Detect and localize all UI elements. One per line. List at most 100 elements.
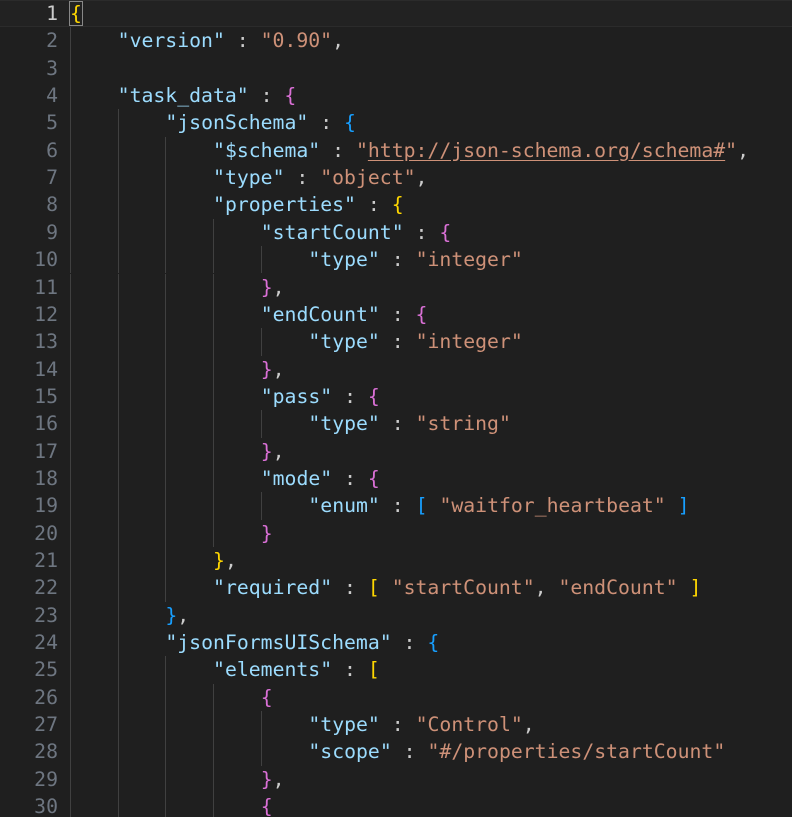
code-text: "jsonSchema" : { [165, 109, 356, 136]
code-line[interactable]: 4 "task_data" : { [0, 82, 792, 110]
code-line[interactable]: 15 "pass" : { [0, 382, 792, 411]
code-line[interactable]: 26 { [0, 683, 792, 712]
line-number: 3 [46, 56, 58, 80]
code-token: "Control" [415, 713, 523, 737]
indent-guide [165, 328, 167, 356]
code-line[interactable]: 12 "endCount" : { [0, 300, 792, 329]
line-number: 10 [34, 248, 58, 272]
code-line[interactable]: 24 "jsonFormsUISchema" : { [0, 629, 792, 657]
code-text: "type" : "integer" [308, 328, 522, 355]
indent-guide [213, 738, 215, 766]
code-line[interactable]: 27 "type" : "Control", [0, 711, 792, 739]
code-line[interactable]: 5 "jsonSchema" : { [0, 109, 792, 137]
line-number: 30 [34, 795, 58, 817]
code-text: }, [261, 766, 285, 793]
code-text: "type" : "Control", [308, 711, 534, 738]
code-line[interactable]: 21}, [0, 547, 792, 575]
line-number: 21 [34, 549, 58, 572]
indent-guide [70, 218, 71, 247]
code-line[interactable]: 17}, [0, 437, 792, 465]
code-line[interactable]: 13 "type" : "integer" [0, 328, 792, 356]
indent-guide [70, 328, 71, 356]
code-token: " [725, 138, 738, 162]
indent-guide [213, 410, 215, 438]
code-text: "task_data" : { [118, 82, 297, 109]
code-line[interactable]: 19 "enum" : [ "waitfor_heartbeat" ] [0, 492, 792, 520]
indent-guide [70, 27, 71, 55]
line-number: 17 [34, 439, 58, 463]
code-token: } [260, 521, 273, 545]
indent-guide [165, 492, 167, 520]
indent-guide [165, 355, 167, 383]
code-token: { [391, 193, 404, 217]
indent-guide [117, 109, 119, 137]
code-token: : [332, 576, 368, 600]
code-token: : [332, 466, 368, 490]
indent-guide [70, 109, 71, 137]
indent-guide [165, 164, 167, 192]
code-line[interactable]: 8 "properties" : { [0, 191, 792, 219]
code-token: , [534, 576, 559, 600]
code-line[interactable]: 11}, [0, 273, 792, 301]
code-token: } [260, 767, 273, 791]
code-line[interactable]: 1{ [0, 0, 792, 28]
code-token: : [391, 631, 428, 655]
code-line[interactable]: 6 "$schema" : "http://json-schema.org/sch… [0, 136, 792, 165]
indent-guide [165, 218, 167, 247]
code-line[interactable]: 23}, [0, 601, 792, 630]
indent-guide [117, 765, 119, 794]
code-line[interactable]: 14}, [0, 355, 792, 383]
indent-guide [165, 191, 167, 219]
code-line[interactable]: 20} [0, 519, 792, 547]
indent-guide [117, 328, 119, 356]
indent-guide [165, 656, 167, 684]
code-token: [ [367, 576, 380, 600]
code-token: "jsonFormsUISchema" [165, 631, 392, 655]
code-line[interactable]: 3 [0, 54, 792, 83]
indent-guide [70, 765, 71, 794]
code-line[interactable]: 18 "mode" : { [0, 464, 792, 493]
code-token: "type" [308, 412, 380, 436]
indent-guide [165, 683, 167, 712]
code-line[interactable]: 29}, [0, 765, 792, 794]
code-token: : [379, 412, 416, 436]
indent-guide [117, 738, 119, 766]
code-text: "$schema" : "http://json-schema.org/sche… [213, 137, 749, 164]
line-number: 6 [46, 138, 58, 162]
code-line[interactable]: 2 "version" : "0.90", [0, 27, 792, 55]
code-text: "type" : "string" [308, 410, 510, 437]
code-editor[interactable]: 1{2 "version" : "0.90", 3 4 "task_data" : {5… [0, 0, 792, 817]
code-line[interactable]: 9 "startCount" : { [0, 218, 792, 247]
line-number: 14 [34, 357, 58, 381]
code-token: } [260, 275, 273, 299]
code-text: "required" : [ "startCount", "endCount" … [213, 574, 701, 601]
code-token: "mode" [260, 466, 333, 490]
code-token: , [737, 138, 749, 162]
code-text: { [261, 793, 273, 817]
indent-guide [165, 246, 167, 274]
code-line[interactable]: 25 "elements" : [ [0, 656, 792, 684]
code-line[interactable]: 22 "required" : [ "startCount", "endCount… [0, 574, 792, 602]
code-token: : [284, 166, 321, 190]
indent-guide [70, 464, 71, 493]
line-number: 26 [34, 685, 58, 709]
code-line[interactable]: 10 "type" : "integer" [0, 246, 792, 274]
line-number: 5 [46, 111, 58, 135]
code-line[interactable]: 28 "scope" : "#/properties/startCount" [0, 738, 792, 766]
code-token: : [379, 494, 416, 518]
code-token: "version" [117, 29, 225, 53]
code-line[interactable]: 16 "type" : "string" [0, 410, 792, 438]
code-token: { [260, 795, 273, 817]
indent-guide [260, 492, 262, 520]
indent-guide [165, 464, 167, 493]
indent-guide [213, 464, 215, 493]
code-line[interactable]: 30 { [0, 793, 792, 817]
indent-guide [165, 410, 167, 438]
code-line[interactable]: 7 "type" : "object", [0, 164, 792, 192]
line-number: 1 [46, 2, 58, 25]
indent-guide [117, 136, 119, 165]
indent-guide [117, 656, 119, 684]
indent-guide [70, 164, 71, 192]
